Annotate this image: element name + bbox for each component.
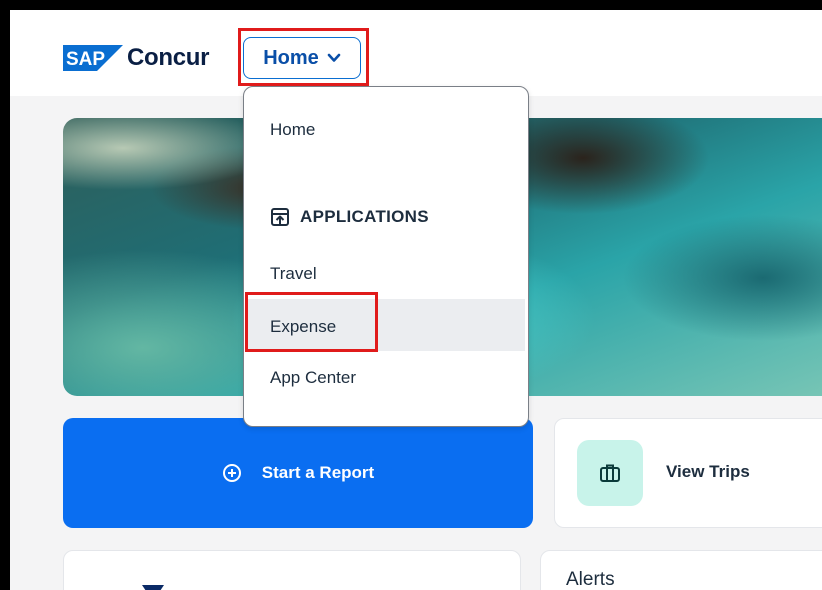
start-report-label: Start a Report <box>261 463 375 482</box>
sap-concur-logo[interactable]: SAP Concur <box>63 44 210 72</box>
view-trips-tile[interactable]: View Trips <box>554 418 822 528</box>
applications-label: APPLICATIONS <box>300 207 429 226</box>
chevron-down-icon <box>327 53 341 62</box>
alerts-label: Alerts <box>566 569 615 590</box>
menu-item-home[interactable]: Home <box>270 120 315 140</box>
app-window: SAP Concur Home Start a Report View Trip… <box>10 10 822 590</box>
trips-icon-badge <box>577 440 643 506</box>
home-nav-button[interactable]: Home <box>243 37 361 79</box>
suitcase-icon <box>600 464 620 482</box>
sap-logo-badge: SAP <box>63 45 123 71</box>
alerts-tile[interactable]: Alerts <box>540 550 822 590</box>
add-circle-icon <box>222 464 241 482</box>
concur-logo-text: Concur <box>127 44 210 71</box>
menu-item-travel[interactable]: Travel <box>270 264 317 284</box>
top-navigation-bar: SAP Concur Home <box>10 10 822 96</box>
company-logo-icon <box>142 585 164 590</box>
view-trips-label: View Trips <box>666 462 750 481</box>
applications-section-header: APPLICATIONS <box>270 207 429 227</box>
app-launch-icon <box>271 208 289 226</box>
menu-item-expense[interactable]: Expense <box>270 317 336 337</box>
home-nav-label: Home <box>263 46 319 69</box>
start-report-tile[interactable]: Start a Report <box>63 418 533 528</box>
home-dropdown-menu: Home APPLICATIONS Travel Expense App Cen… <box>243 86 529 427</box>
company-tile[interactable] <box>63 550 521 590</box>
sap-logo-text: SAP <box>66 49 105 70</box>
menu-item-app-center[interactable]: App Center <box>270 368 356 388</box>
